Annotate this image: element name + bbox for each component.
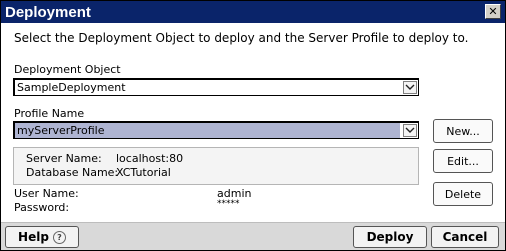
help-label: Help <box>18 230 49 244</box>
close-button[interactable]: ✕ <box>485 4 501 19</box>
help-button[interactable]: Help ? <box>5 226 79 248</box>
server-name-value: localhost:80 <box>116 152 184 165</box>
database-name-label: Database Name: <box>26 166 119 179</box>
profile-name-value: myServerProfile <box>17 124 105 137</box>
deployment-dialog: Deployment ✕ Select the Deployment Objec… <box>0 0 506 251</box>
profile-name-select[interactable]: myServerProfile <box>13 121 419 139</box>
title-bar[interactable]: Deployment ✕ <box>1 1 505 23</box>
server-name-label: Server Name: <box>26 152 102 165</box>
dialog-content: Select the Deployment Object to deploy a… <box>1 23 505 222</box>
deployment-object-label: Deployment Object <box>14 63 121 76</box>
chevron-down-icon[interactable] <box>403 81 417 94</box>
user-name-label: User Name: <box>14 187 79 200</box>
profile-name-label: Profile Name <box>14 107 85 120</box>
window-title: Deployment <box>5 3 91 21</box>
new-profile-button[interactable]: New... <box>433 119 493 143</box>
deploy-button[interactable]: Deploy <box>353 226 427 248</box>
cancel-button[interactable]: Cancel <box>431 226 499 248</box>
database-name-value: XCTutorial <box>116 166 171 179</box>
password-label: Password: <box>14 201 70 214</box>
close-icon: ✕ <box>488 5 498 18</box>
help-icon: ? <box>52 230 66 244</box>
delete-profile-button[interactable]: Delete <box>433 182 493 206</box>
dialog-footer: Help ? Deploy Cancel <box>1 222 505 250</box>
instruction-text: Select the Deployment Object to deploy a… <box>14 31 469 45</box>
password-value: ***** <box>217 199 240 209</box>
chevron-down-icon[interactable] <box>403 124 417 137</box>
server-info-panel: Server Name: localhost:80 Database Name:… <box>13 147 419 185</box>
deployment-object-select[interactable]: SampleDeployment <box>13 78 419 96</box>
deployment-object-value: SampleDeployment <box>17 81 126 94</box>
edit-profile-button[interactable]: Edit... <box>433 149 493 173</box>
